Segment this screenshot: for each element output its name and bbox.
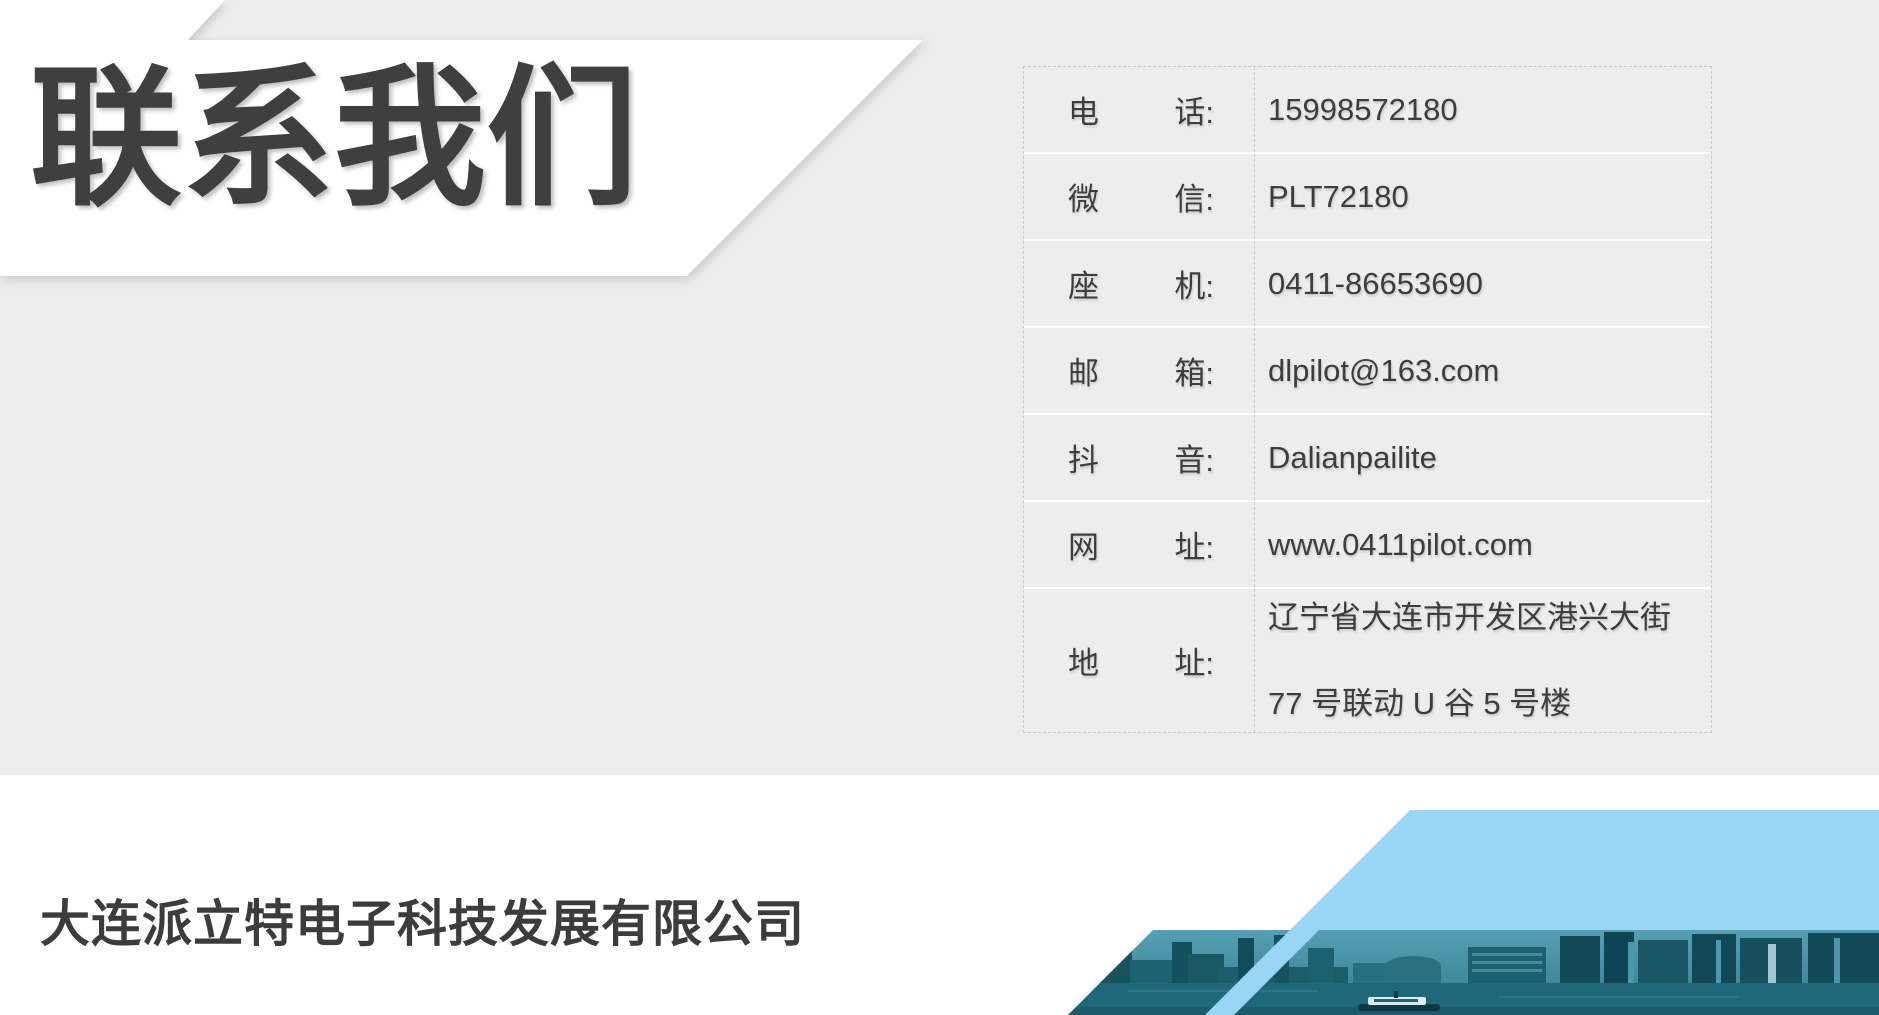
row-value: dlpilot@163.com [1255, 328, 1711, 413]
row-label: 电 话: [1024, 67, 1255, 152]
label-char-colon: 话: [1174, 87, 1214, 132]
label-char: 地 [1068, 638, 1099, 683]
value-line: 77 号联动 U 谷 5 号楼 [1268, 686, 1705, 722]
label-char: 座 [1068, 261, 1099, 306]
table-row: 微 信: PLT72180 [1024, 152, 1711, 239]
row-label: 抖 音: [1024, 415, 1255, 500]
row-label: 微 信: [1024, 154, 1255, 239]
value-line: www.0411pilot.com [1268, 527, 1705, 563]
label-char: 抖 [1068, 435, 1099, 480]
table-row: 抖 音: Dalianpailite [1024, 413, 1711, 500]
label-char-colon: 址: [1174, 522, 1214, 567]
table-row: 地 址: 辽宁省大连市开发区港兴大街 77 号联动 U 谷 5 号楼 [1024, 587, 1711, 732]
company-name: 大连派立特电子科技发展有限公司 [40, 884, 805, 956]
row-label: 网 址: [1024, 502, 1255, 587]
row-value: 0411-86653690 [1255, 241, 1711, 326]
table-row: 邮 箱: dlpilot@163.com [1024, 326, 1711, 413]
page-title: 联系我们 [30, 56, 930, 223]
label-char-colon: 机: [1174, 261, 1214, 306]
value-line: Dalianpailite [1268, 440, 1705, 476]
city-skyline-image [1068, 930, 1879, 1015]
label-char-colon: 信: [1174, 174, 1214, 219]
label-char: 微 [1068, 174, 1099, 219]
value-line: 0411-86653690 [1268, 266, 1705, 302]
contact-slide: 联系我们 电 话: 15998572180 微 信: PLT72180 座 机: 0411-86… [0, 0, 1879, 1015]
value-line: PLT72180 [1268, 179, 1705, 215]
label-char-colon: 址: [1174, 638, 1214, 683]
row-label: 座 机: [1024, 241, 1255, 326]
table-row: 座 机: 0411-86653690 [1024, 239, 1711, 326]
row-label: 邮 箱: [1024, 328, 1255, 413]
table-row: 电 话: 15998572180 [1024, 67, 1711, 152]
value-line: dlpilot@163.com [1268, 353, 1705, 389]
label-char: 电 [1068, 87, 1099, 132]
row-value: 辽宁省大连市开发区港兴大街 77 号联动 U 谷 5 号楼 [1255, 589, 1711, 732]
row-label: 地 址: [1024, 589, 1255, 732]
label-char: 邮 [1068, 348, 1099, 393]
value-line: 辽宁省大连市开发区港兴大街 [1268, 600, 1705, 636]
row-value: PLT72180 [1255, 154, 1711, 239]
blue-parallelogram-accent [1290, 810, 1879, 930]
label-char-colon: 箱: [1174, 348, 1214, 393]
table-row: 网 址: www.0411pilot.com [1024, 500, 1711, 587]
row-value: www.0411pilot.com [1255, 502, 1711, 587]
row-value: 15998572180 [1255, 67, 1711, 152]
row-value: Dalianpailite [1255, 415, 1711, 500]
contact-table: 电 话: 15998572180 微 信: PLT72180 座 机: 0411-8665369… [1023, 66, 1712, 733]
label-char-colon: 音: [1174, 435, 1214, 480]
label-char: 网 [1068, 522, 1099, 567]
value-line: 15998572180 [1268, 92, 1705, 128]
